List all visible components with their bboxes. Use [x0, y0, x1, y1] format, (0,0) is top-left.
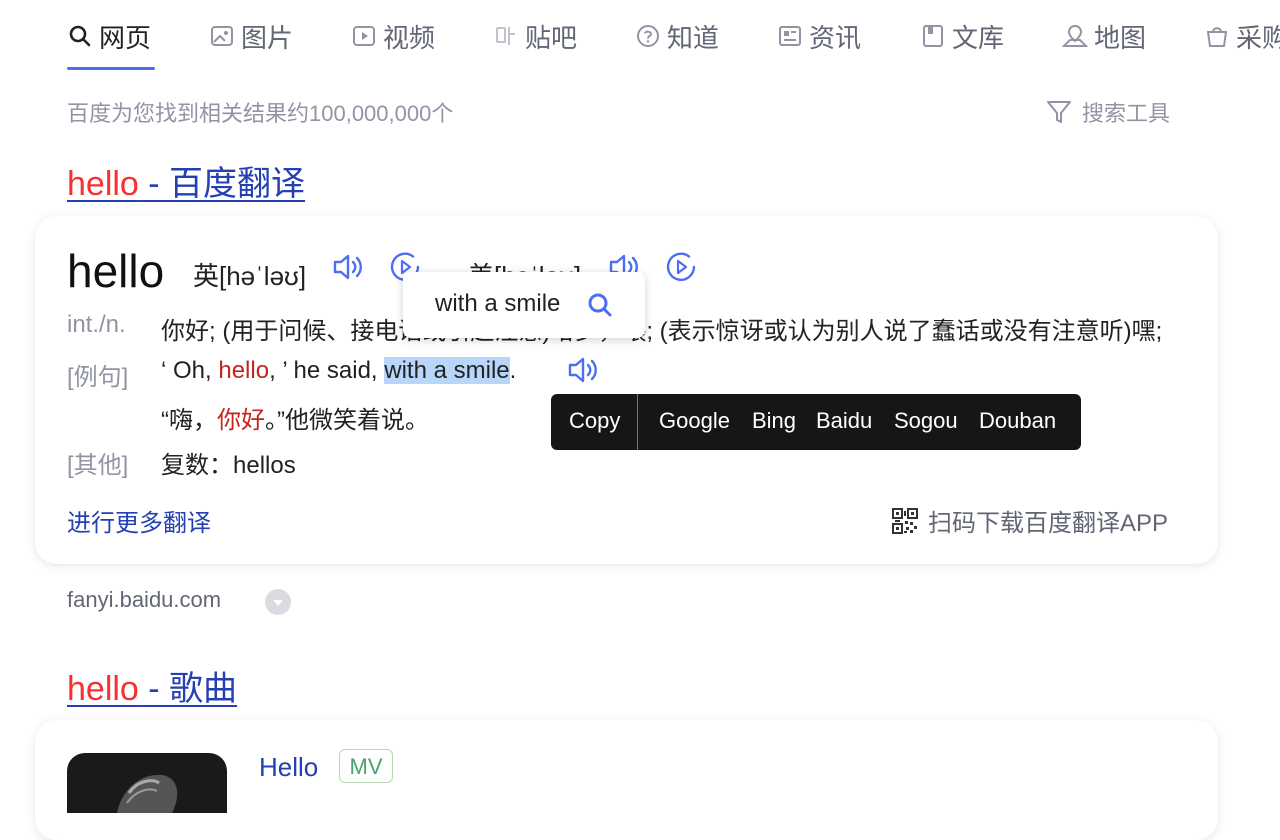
search-tools-button[interactable]: 搜索工具 — [1046, 96, 1170, 128]
mv-badge[interactable]: MV — [339, 749, 393, 783]
title-rest: - 百度翻译 — [138, 165, 306, 203]
bag-icon — [1204, 23, 1230, 49]
tab-label: 文库 — [952, 22, 1005, 53]
tab-images[interactable]: 图片 — [209, 18, 293, 54]
tab-label: 知道 — [667, 22, 720, 53]
douban-search-button[interactable]: Douban — [979, 408, 1056, 434]
example-en-keyword: hello — [218, 357, 270, 384]
doc-icon — [920, 23, 946, 49]
example-en-pre: ‘ Oh, — [161, 357, 219, 384]
tab-label: 资讯 — [809, 22, 862, 53]
question-icon — [635, 23, 661, 49]
google-search-button[interactable]: Google — [659, 408, 730, 434]
example-english: ‘ Oh, hello, ’ he said, with a smile. — [161, 357, 516, 385]
sogou-search-button[interactable]: Sogou — [894, 408, 958, 434]
site-url[interactable]: fanyi.baidu.com — [67, 587, 221, 613]
tab-tieba[interactable]: 贴吧 — [493, 18, 577, 54]
popup-search-icon[interactable] — [587, 292, 613, 318]
uk-phonetic: 英[həˈləʊ] — [193, 261, 307, 291]
filter-icon — [1047, 101, 1071, 123]
more-translation-link[interactable]: 进行更多翻译 — [67, 503, 211, 538]
tab-web[interactable]: 网页 — [67, 18, 151, 54]
active-tab-indicator — [67, 67, 155, 70]
example-speaker-icon[interactable] — [567, 353, 601, 387]
tab-label: 图片 — [241, 22, 294, 53]
selection-search-popup: with a smile — [403, 272, 645, 338]
search-icon — [67, 23, 93, 49]
other-text: 复数：hellos — [161, 452, 296, 479]
tab-label: 采购 — [1236, 22, 1280, 53]
scan-download-label: 扫码下载百度翻译APP — [928, 510, 1169, 537]
context-bar-divider — [637, 394, 638, 450]
definition-text: 你好; (用于问候、接电话或引起注意)哈罗，喂; (表示惊讶或认为别人说了蠢话或… — [161, 318, 1163, 345]
example-chinese: “嗨，你好。”他微笑着说。 — [161, 400, 429, 435]
search-tabs: 网页 图片 视频 贴吧 知道 资讯 文库 地图 采购 — [0, 0, 1280, 72]
headword: hello — [67, 245, 165, 297]
result-title-song[interactable]: hello - 歌曲 — [67, 661, 237, 710]
other-label: [其他] — [67, 452, 129, 479]
tab-label: 视频 — [383, 22, 436, 53]
qr-code-icon — [892, 507, 918, 534]
song-title-link[interactable]: Hello — [259, 752, 318, 783]
copy-button[interactable]: Copy — [569, 408, 620, 434]
news-icon — [777, 23, 803, 49]
example-en-post: . — [509, 357, 517, 384]
example-zh-pre: “嗨， — [161, 407, 217, 434]
popup-query[interactable]: with a smile — [435, 290, 560, 318]
baidu-search-button[interactable]: Baidu — [816, 408, 872, 434]
scan-download-link[interactable]: 扫码下载百度翻译APP — [892, 503, 1168, 538]
bing-search-button[interactable]: Bing — [752, 408, 796, 434]
example-zh-post: 。”他微笑着说。 — [265, 407, 429, 434]
map-icon — [1062, 23, 1088, 49]
title-keyword: hello — [67, 670, 139, 708]
uk-speaker-icon[interactable] — [332, 250, 366, 284]
tab-label: 网页 — [99, 22, 152, 53]
tieba-icon — [493, 23, 519, 49]
example-en-mid: , ’ he said, — [269, 357, 385, 384]
title-rest: - 歌曲 — [138, 670, 238, 708]
tab-map[interactable]: 地图 — [1062, 18, 1146, 54]
pos-label: int./n. — [67, 311, 126, 338]
tab-video[interactable]: 视频 — [351, 18, 435, 54]
selection-context-bar: Copy Google Bing Baidu Sogou Douban — [551, 394, 1081, 450]
example-label: [例句] — [67, 364, 129, 391]
selected-text[interactable]: with a smile — [384, 357, 510, 384]
tab-wenku[interactable]: 文库 — [920, 18, 1004, 54]
album-cover[interactable] — [67, 753, 227, 813]
search-tools-label: 搜索工具 — [1082, 101, 1171, 126]
video-icon — [351, 23, 377, 49]
tab-label: 地图 — [1094, 22, 1147, 53]
example-zh-keyword: 你好 — [217, 407, 265, 434]
site-dropdown-icon[interactable] — [265, 589, 291, 615]
result-title-translate[interactable]: hello - 百度翻译 — [67, 156, 305, 205]
image-icon — [209, 23, 235, 49]
us-play-icon[interactable] — [664, 250, 698, 284]
result-count: 百度为您找到相关结果约100,000,000个 — [67, 101, 454, 126]
tab-label: 贴吧 — [525, 22, 578, 53]
tab-zhidao[interactable]: 知道 — [635, 18, 719, 54]
tab-purchase[interactable]: 采购 — [1204, 18, 1280, 54]
tab-news[interactable]: 资讯 — [777, 18, 861, 54]
title-keyword: hello — [67, 165, 139, 203]
